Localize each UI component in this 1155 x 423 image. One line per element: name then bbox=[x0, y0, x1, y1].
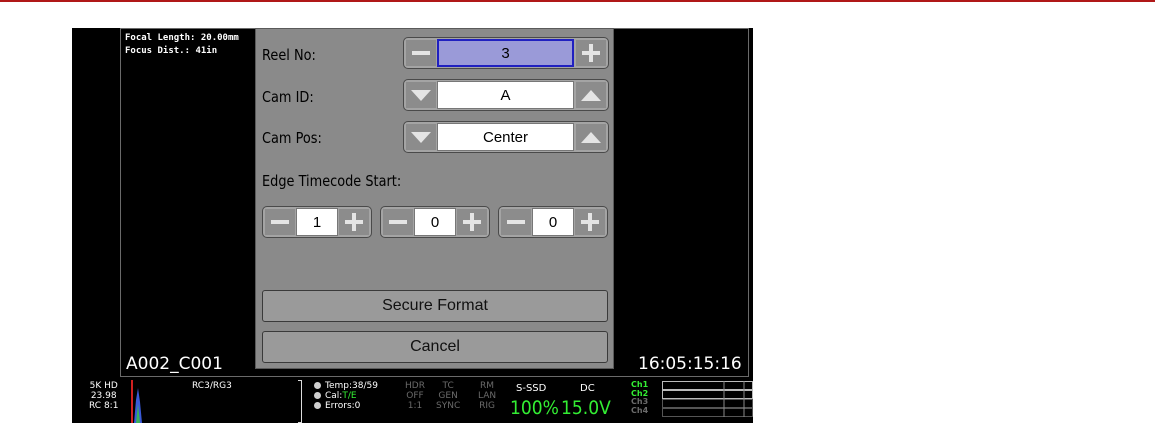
errors-indicator-icon bbox=[314, 402, 321, 409]
cancel-button[interactable]: Cancel bbox=[262, 331, 608, 363]
hdr-mode: OFF bbox=[406, 391, 424, 401]
reel-no-increment-button[interactable] bbox=[576, 40, 606, 66]
edge-tc-hours-stepper: 1 bbox=[262, 206, 372, 238]
cam-pos-label: Cam Pos: bbox=[262, 129, 322, 147]
timecode-status: TC GEN SYNC bbox=[436, 381, 460, 411]
reel-no-value[interactable]: 3 bbox=[437, 39, 574, 67]
tc-gen: GEN bbox=[438, 391, 458, 401]
cam-id-label: Cam ID: bbox=[262, 88, 314, 106]
edge-tc-hours-increment-button[interactable] bbox=[339, 209, 369, 235]
minus-icon bbox=[389, 220, 407, 224]
reel-no-decrement-button[interactable] bbox=[406, 40, 436, 66]
top-divider-line bbox=[0, 0, 1155, 2]
cam-id-next-button[interactable] bbox=[576, 82, 606, 108]
rm-lan: LAN bbox=[478, 391, 497, 401]
clip-name: A002_C001 bbox=[126, 354, 223, 374]
minus-icon bbox=[412, 51, 430, 55]
lens-info: Focal Length: 20.00mm Focus Dist.: 41in bbox=[125, 32, 239, 58]
errors-text: Errors:0 bbox=[325, 401, 361, 411]
audio-meter-bars bbox=[662, 381, 753, 417]
resolution-text: 5K HD bbox=[89, 381, 118, 391]
format-info: 5K HD 23.98 RC 8:1 bbox=[89, 381, 118, 411]
temp-indicator-icon bbox=[314, 382, 321, 389]
rm-label: RM bbox=[480, 381, 495, 391]
cam-pos-value[interactable]: Center bbox=[437, 123, 574, 151]
cam-id-value[interactable]: A bbox=[437, 81, 574, 109]
plus-icon bbox=[582, 44, 600, 62]
format-dialog: Reel No: 3 Cam ID: A Cam Pos: Center Edg… bbox=[255, 28, 614, 369]
power-label: DC bbox=[580, 383, 595, 394]
triangle-up-icon bbox=[581, 89, 601, 101]
minus-icon bbox=[271, 220, 289, 224]
focus-distance-text: Focus Dist.: 41in bbox=[125, 46, 218, 56]
edge-timecode-label: Edge Timecode Start: bbox=[262, 172, 402, 190]
minus-icon bbox=[507, 220, 525, 224]
focal-length-text: Focal Length: 20.00mm bbox=[125, 33, 239, 43]
rm-rig: RIG bbox=[479, 401, 495, 411]
cam-pos-selector: Center bbox=[403, 121, 609, 153]
triangle-down-icon bbox=[411, 131, 431, 143]
triangle-up-icon bbox=[581, 131, 601, 143]
secure-format-button[interactable]: Secure Format bbox=[262, 290, 608, 322]
edge-tc-seconds-value[interactable]: 0 bbox=[532, 208, 574, 236]
edge-tc-minutes-value[interactable]: 0 bbox=[414, 208, 456, 236]
media-percent: 100% bbox=[510, 397, 559, 419]
reel-no-stepper: 3 bbox=[403, 37, 609, 69]
cal-label: Cal: bbox=[325, 391, 343, 401]
hdr-status: HDR OFF 1:1 bbox=[405, 381, 425, 411]
edge-tc-minutes-increment-button[interactable] bbox=[457, 209, 487, 235]
timecode-display: 16:05:15:16 bbox=[638, 354, 742, 374]
remote-status: RM LAN RIG bbox=[478, 381, 496, 411]
edge-tc-minutes-stepper: 0 bbox=[380, 206, 490, 238]
media-label: S-SSD bbox=[516, 383, 547, 394]
hdr-label: HDR bbox=[405, 381, 425, 391]
cal-value: T/E bbox=[342, 391, 357, 401]
channel-4-label: Ch4 bbox=[631, 405, 649, 415]
cal-indicator-icon bbox=[314, 392, 321, 399]
cam-id-previous-button[interactable] bbox=[406, 82, 436, 108]
cam-pos-previous-button[interactable] bbox=[406, 124, 436, 150]
triangle-down-icon bbox=[411, 89, 431, 101]
cam-id-selector: A bbox=[403, 79, 609, 111]
compression-text: RC 8:1 bbox=[89, 401, 119, 411]
histogram-bracket bbox=[298, 380, 302, 423]
color-space-text: RC3/RG3 bbox=[192, 381, 232, 391]
power-voltage: 15.0V bbox=[561, 397, 611, 419]
cam-pos-next-button[interactable] bbox=[576, 124, 606, 150]
framerate-text: 23.98 bbox=[90, 391, 117, 401]
plus-icon bbox=[581, 213, 599, 231]
audio-channels: Ch1 Ch2 Ch3 Ch4 bbox=[631, 380, 649, 415]
temp-text: Temp:38/59 bbox=[325, 381, 378, 391]
edge-tc-hours-decrement-button[interactable] bbox=[265, 209, 295, 235]
status-bar: 5K HD 23.98 RC 8:1 RC3/RG3 Temp:38/59 Ca… bbox=[72, 380, 753, 423]
edge-tc-seconds-increment-button[interactable] bbox=[575, 209, 605, 235]
tc-sync: SYNC bbox=[436, 401, 461, 411]
plus-icon bbox=[345, 213, 363, 231]
camera-monitor-screen: Focal Length: 20.00mm Focus Dist.: 41in … bbox=[72, 28, 753, 423]
reel-no-label: Reel No: bbox=[262, 46, 316, 64]
audio-meters bbox=[662, 381, 753, 423]
plus-icon bbox=[463, 213, 481, 231]
edge-tc-minutes-decrement-button[interactable] bbox=[383, 209, 413, 235]
tc-label: TC bbox=[442, 381, 454, 391]
edge-tc-hours-value[interactable]: 1 bbox=[296, 208, 338, 236]
edge-tc-seconds-decrement-button[interactable] bbox=[501, 209, 531, 235]
system-status: Temp:38/59 Cal:T/E Errors:0 bbox=[314, 381, 378, 411]
hdr-ratio: 1:1 bbox=[407, 401, 423, 411]
edge-tc-seconds-stepper: 0 bbox=[498, 206, 608, 238]
